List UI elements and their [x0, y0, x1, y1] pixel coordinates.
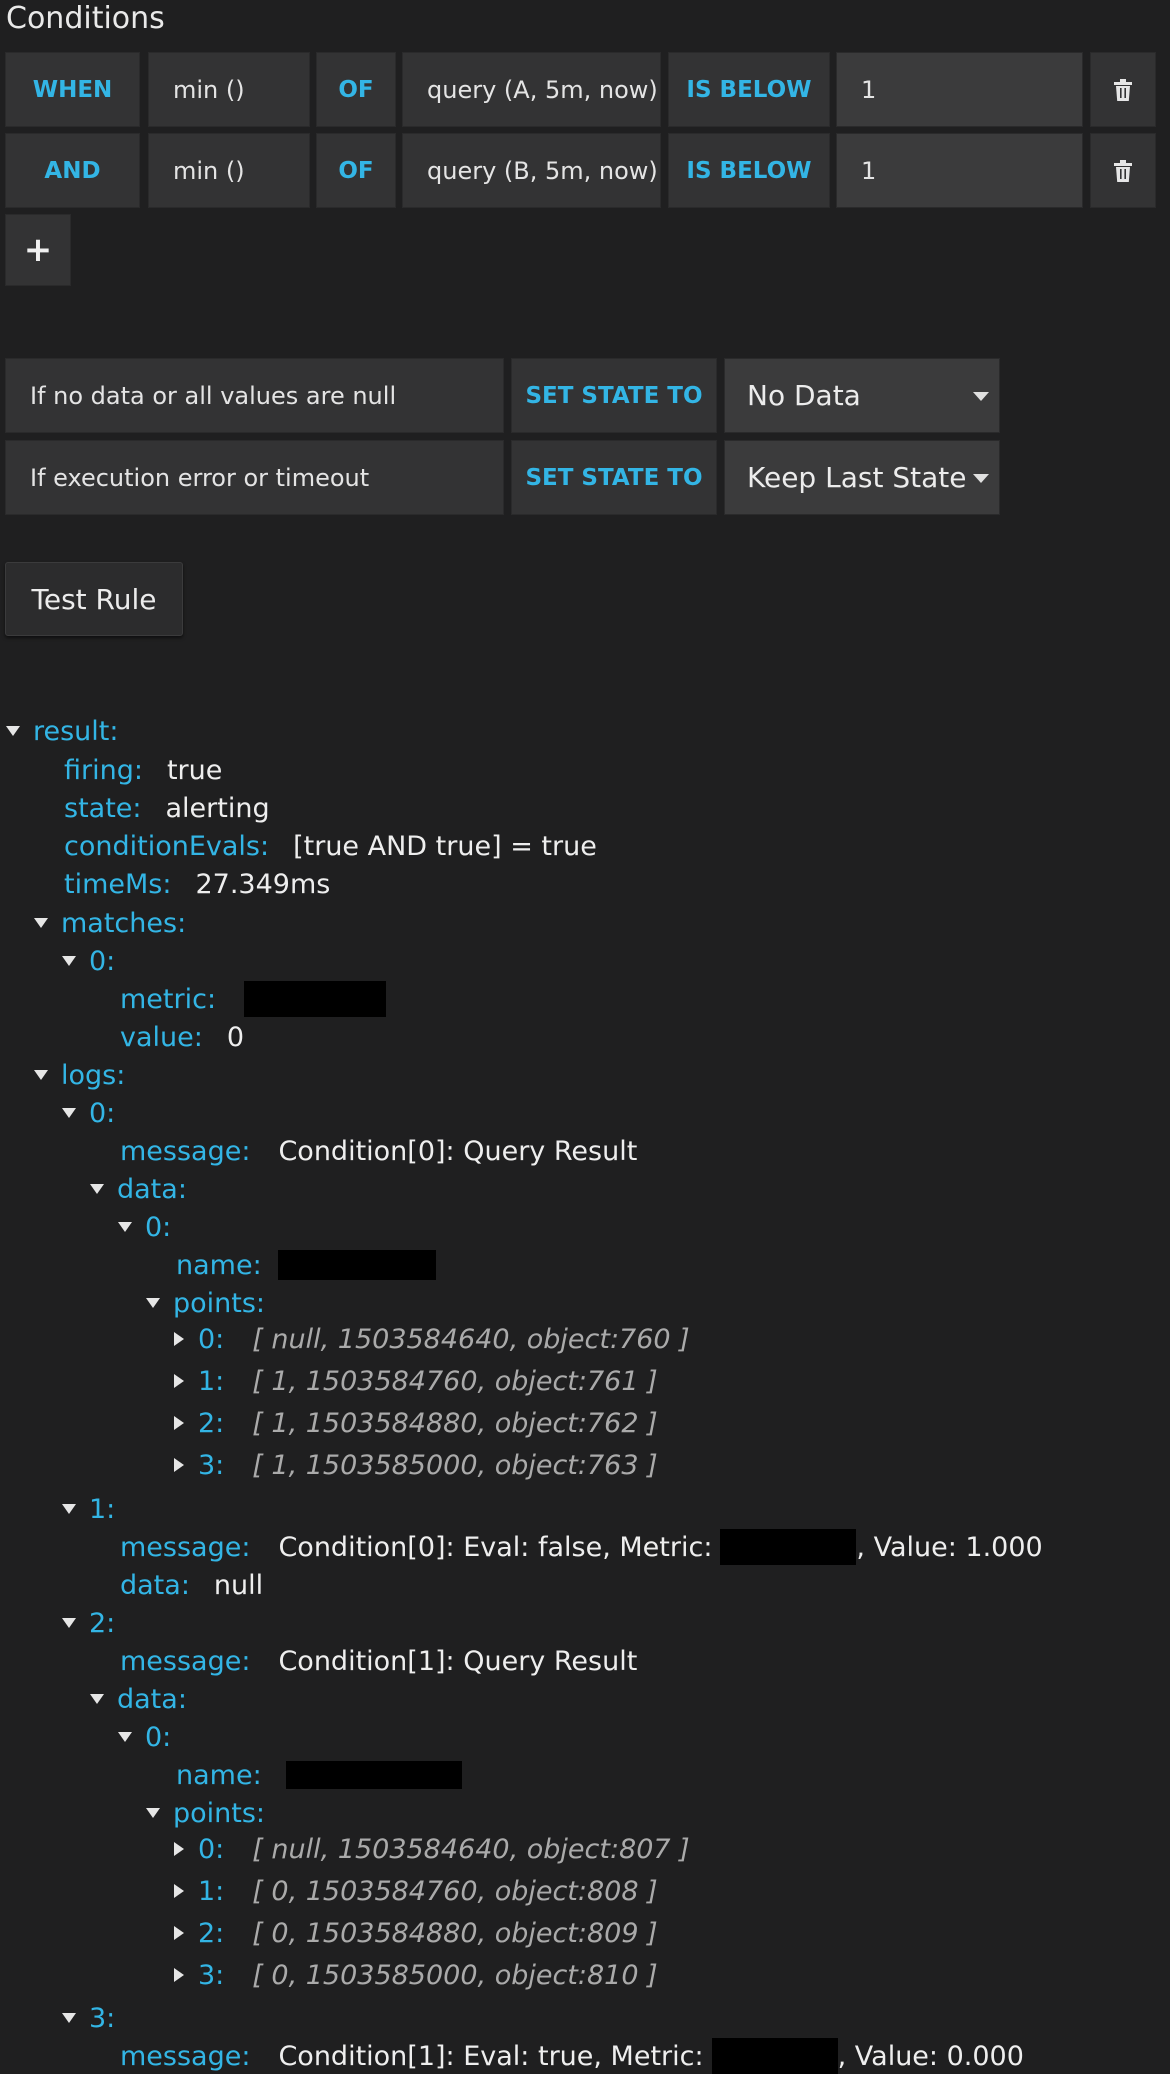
collapse-arrow-icon[interactable] — [118, 1222, 132, 1232]
tree-field-value: value: 0 — [120, 1021, 245, 1053]
set-state-label: SET STATE TO — [511, 440, 717, 515]
add-condition-button[interactable]: + — [5, 214, 71, 286]
collapse-arrow-icon[interactable] — [6, 726, 20, 736]
threshold-input[interactable]: 1 — [836, 133, 1083, 208]
collapse-arrow-icon[interactable] — [62, 956, 76, 966]
collapse-arrow-icon[interactable] — [62, 2013, 76, 2023]
tree-node-point[interactable]: 2:[ 0, 1503584880, object:809 ] — [174, 1916, 658, 1950]
tree-node-data[interactable]: data: — [90, 1682, 187, 1716]
tree-field-message: message: Condition[0]: Query Result — [120, 1135, 638, 1167]
tree-node-match-0[interactable]: 0: — [62, 944, 115, 978]
condition-type-and[interactable]: AND — [5, 133, 140, 208]
tree-node-point[interactable]: 1:[ 1, 1503584760, object:761 ] — [174, 1364, 658, 1398]
collapse-arrow-icon[interactable] — [118, 1732, 132, 1742]
tree-node-point[interactable]: 0:[ null, 1503584640, object:760 ] — [174, 1322, 690, 1356]
tree-node-data[interactable]: data: — [90, 1172, 187, 1206]
evaluator-select[interactable]: IS BELOW — [668, 52, 830, 127]
reducer-select[interactable]: min () — [148, 133, 310, 208]
collapse-arrow-icon[interactable] — [90, 1694, 104, 1704]
tree-node-point[interactable]: 3:[ 1, 1503585000, object:763 ] — [174, 1448, 658, 1482]
redacted-block — [285, 1761, 462, 1789]
tree-node-points[interactable]: points: — [146, 1286, 265, 1320]
expand-arrow-icon[interactable] — [174, 1968, 184, 1982]
collapse-arrow-icon[interactable] — [146, 1808, 160, 1818]
exec-error-state-value: Keep Last State — [747, 461, 967, 494]
condition-type-when[interactable]: WHEN — [5, 52, 140, 127]
tree-node-point[interactable]: 2:[ 1, 1503584880, object:762 ] — [174, 1406, 658, 1440]
query-select[interactable]: query (B, 5m, now) — [402, 133, 661, 208]
collapse-arrow-icon[interactable] — [34, 1070, 48, 1080]
collapse-arrow-icon[interactable] — [62, 1108, 76, 1118]
collapse-arrow-icon[interactable] — [34, 918, 48, 928]
tree-node-points[interactable]: points: — [146, 1796, 265, 1830]
expand-arrow-icon[interactable] — [174, 1416, 184, 1430]
exec-error-state-select[interactable]: Keep Last State — [724, 440, 1000, 515]
of-label: OF — [316, 52, 396, 127]
exec-error-label: If execution error or timeout — [5, 440, 504, 515]
tree-field-message: message: Condition[1]: Eval: true, Metri… — [120, 2038, 1024, 2074]
tree-field-firing: firing: true — [64, 754, 223, 786]
tree-node-point[interactable]: 3:[ 0, 1503585000, object:810 ] — [174, 1958, 658, 1992]
test-rule-button[interactable]: Test Rule — [5, 562, 183, 636]
tree-field-state: state: alerting — [64, 792, 270, 824]
reducer-select[interactable]: min () — [148, 52, 310, 127]
delete-condition-button[interactable] — [1090, 133, 1156, 208]
redacted-block — [711, 2038, 838, 2074]
collapse-arrow-icon[interactable] — [62, 1504, 76, 1514]
page-title: Conditions — [6, 1, 165, 36]
trash-icon — [1114, 159, 1132, 182]
tree-field-message: message: Condition[1]: Query Result — [120, 1645, 638, 1677]
no-data-state-value: No Data — [747, 379, 861, 412]
evaluator-select[interactable]: IS BELOW — [668, 133, 830, 208]
tree-node-point[interactable]: 1:[ 0, 1503584760, object:808 ] — [174, 1874, 658, 1908]
no-data-label: If no data or all values are null — [5, 358, 504, 433]
query-select[interactable]: query (A, 5m, now) — [402, 52, 661, 127]
collapse-arrow-icon[interactable] — [62, 1618, 76, 1628]
expand-arrow-icon[interactable] — [174, 1884, 184, 1898]
tree-field-name: name: — [176, 1758, 462, 1792]
redacted-block — [720, 1529, 857, 1565]
tree-field-message: message: Condition[0]: Eval: false, Metr… — [120, 1529, 1043, 1565]
tree-node-matches[interactable]: matches: — [34, 906, 186, 940]
expand-arrow-icon[interactable] — [174, 1458, 184, 1472]
tree-node-data-0[interactable]: 0: — [118, 1720, 171, 1754]
tree-field-time-ms: timeMs: 27.349ms — [64, 868, 331, 900]
tree-node-log-0[interactable]: 0: — [62, 1096, 115, 1130]
tree-node-point[interactable]: 0:[ null, 1503584640, object:807 ] — [174, 1832, 690, 1866]
tree-field-name: name: — [176, 1248, 436, 1282]
expand-arrow-icon[interactable] — [174, 1374, 184, 1388]
tree-node-data-0[interactable]: 0: — [118, 1210, 171, 1244]
expand-arrow-icon[interactable] — [174, 1332, 184, 1346]
no-data-state-select[interactable]: No Data — [724, 358, 1000, 433]
collapse-arrow-icon[interactable] — [90, 1184, 104, 1194]
tree-node-log-2[interactable]: 2: — [62, 1606, 115, 1640]
tree-field-data: data: null — [120, 1569, 264, 1601]
redacted-block — [277, 1250, 436, 1280]
of-label: OF — [316, 133, 396, 208]
expand-arrow-icon[interactable] — [174, 1926, 184, 1940]
set-state-label: SET STATE TO — [511, 358, 717, 433]
tree-node-logs[interactable]: logs: — [34, 1058, 125, 1092]
tree-node-result[interactable]: result: — [6, 714, 118, 748]
tree-field-condition-evals: conditionEvals: [true AND true] = true — [64, 830, 597, 862]
tree-field-metric: metric: — [120, 981, 387, 1017]
redacted-block — [244, 981, 387, 1017]
tree-node-log-1[interactable]: 1: — [62, 1492, 115, 1526]
expand-arrow-icon[interactable] — [174, 1842, 184, 1856]
caret-down-icon — [973, 473, 989, 483]
tree-node-log-3[interactable]: 3: — [62, 2001, 115, 2035]
threshold-input[interactable]: 1 — [836, 52, 1083, 127]
collapse-arrow-icon[interactable] — [146, 1298, 160, 1308]
delete-condition-button[interactable] — [1090, 52, 1156, 127]
trash-icon — [1114, 78, 1132, 101]
caret-down-icon — [973, 391, 989, 401]
